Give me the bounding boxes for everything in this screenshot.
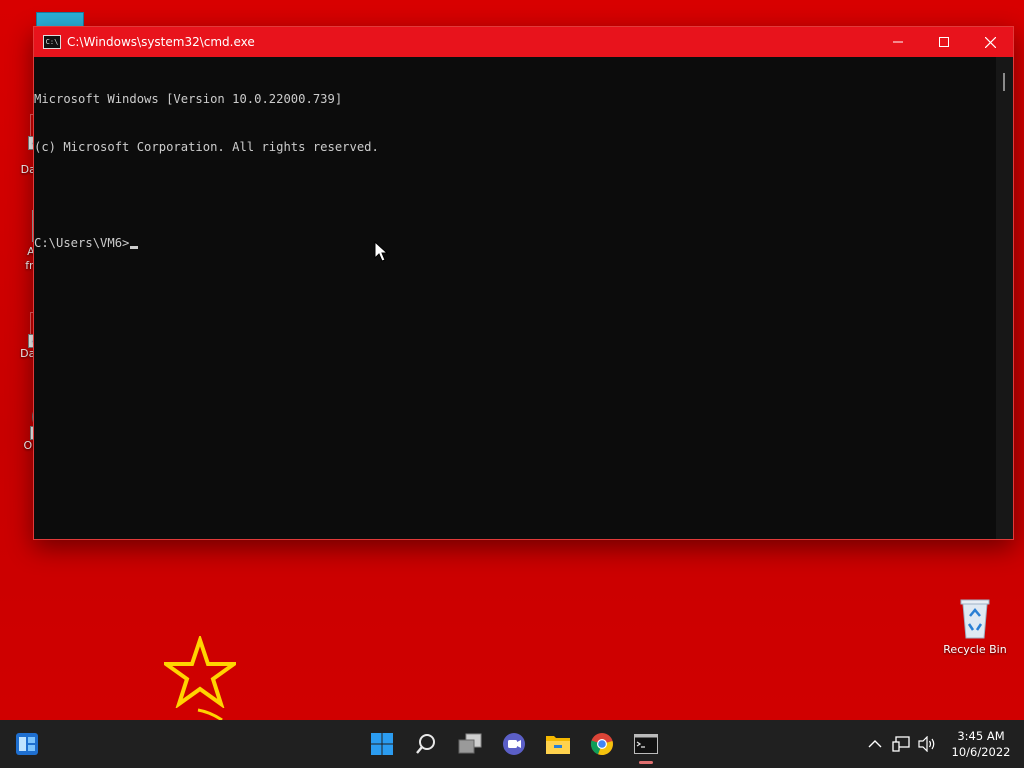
console-line: Microsoft Windows [Version 10.0.22000.73…	[34, 92, 343, 106]
network-icon	[892, 736, 910, 752]
command-prompt-taskbar-button[interactable]	[624, 720, 668, 768]
console-line: (c) Microsoft Corporation. All rights re…	[34, 140, 379, 154]
search-icon	[416, 734, 435, 754]
start-icon	[371, 733, 393, 755]
close-button[interactable]	[967, 27, 1013, 57]
terminal-icon	[634, 734, 658, 754]
clock-date: 10/6/2022	[951, 745, 1011, 759]
show-hidden-icons-button[interactable]	[862, 739, 888, 749]
task-view-button[interactable]	[448, 720, 492, 768]
system-tray: 3:45 AM 10/6/2022	[862, 720, 1024, 768]
clock-time: 3:45 AM	[957, 729, 1005, 743]
minimize-button[interactable]	[875, 27, 921, 57]
chat-button[interactable]	[492, 720, 536, 768]
window-title: C:\Windows\system32\cmd.exe	[67, 35, 255, 49]
recycle-bin-label: Recycle Bin	[943, 643, 1007, 656]
command-prompt: C:\Users\VM6>	[34, 236, 130, 250]
desktop-icon-recycle-bin[interactable]: Recycle Bin	[940, 596, 1010, 657]
file-explorer-icon	[546, 736, 570, 754]
wallpaper-stroke	[197, 708, 223, 720]
maximize-button[interactable]	[921, 27, 967, 57]
minimize-icon	[893, 41, 903, 43]
maximize-icon	[939, 37, 949, 47]
chat-icon	[503, 733, 525, 755]
widgets-button[interactable]	[14, 731, 40, 757]
scrollbar-thumb[interactable]	[1003, 73, 1005, 91]
star-icon	[164, 636, 236, 708]
console-output[interactable]: Microsoft Windows [Version 10.0.22000.73…	[34, 57, 996, 539]
cmd-app-icon[interactable]: C:\	[43, 35, 61, 49]
chrome-icon	[590, 733, 613, 756]
taskbar-apps	[360, 720, 668, 768]
chevron-up-icon	[868, 740, 882, 748]
clock[interactable]: 3:45 AM 10/6/2022	[946, 728, 1016, 760]
start-button[interactable]	[360, 720, 404, 768]
active-indicator	[639, 761, 653, 764]
task-view-icon	[458, 733, 482, 754]
taskbar: 3:45 AM 10/6/2022	[0, 720, 1024, 768]
vertical-scrollbar[interactable]	[996, 57, 1013, 539]
network-button[interactable]	[888, 736, 914, 752]
title-bar[interactable]: C:\ C:\Windows\system32\cmd.exe	[34, 27, 1013, 57]
close-icon	[984, 36, 996, 48]
widgets-icon	[16, 733, 38, 755]
recycle-bin-icon	[957, 596, 993, 640]
chrome-button[interactable]	[580, 720, 624, 768]
cmd-window[interactable]: C:\ C:\Windows\system32\cmd.exe Microsof…	[33, 26, 1014, 540]
volume-button[interactable]	[914, 736, 940, 752]
file-explorer-button[interactable]	[536, 720, 580, 768]
mouse-pointer-icon	[374, 241, 388, 262]
text-cursor	[130, 246, 139, 249]
speaker-icon	[918, 736, 935, 752]
search-button[interactable]	[404, 720, 448, 768]
